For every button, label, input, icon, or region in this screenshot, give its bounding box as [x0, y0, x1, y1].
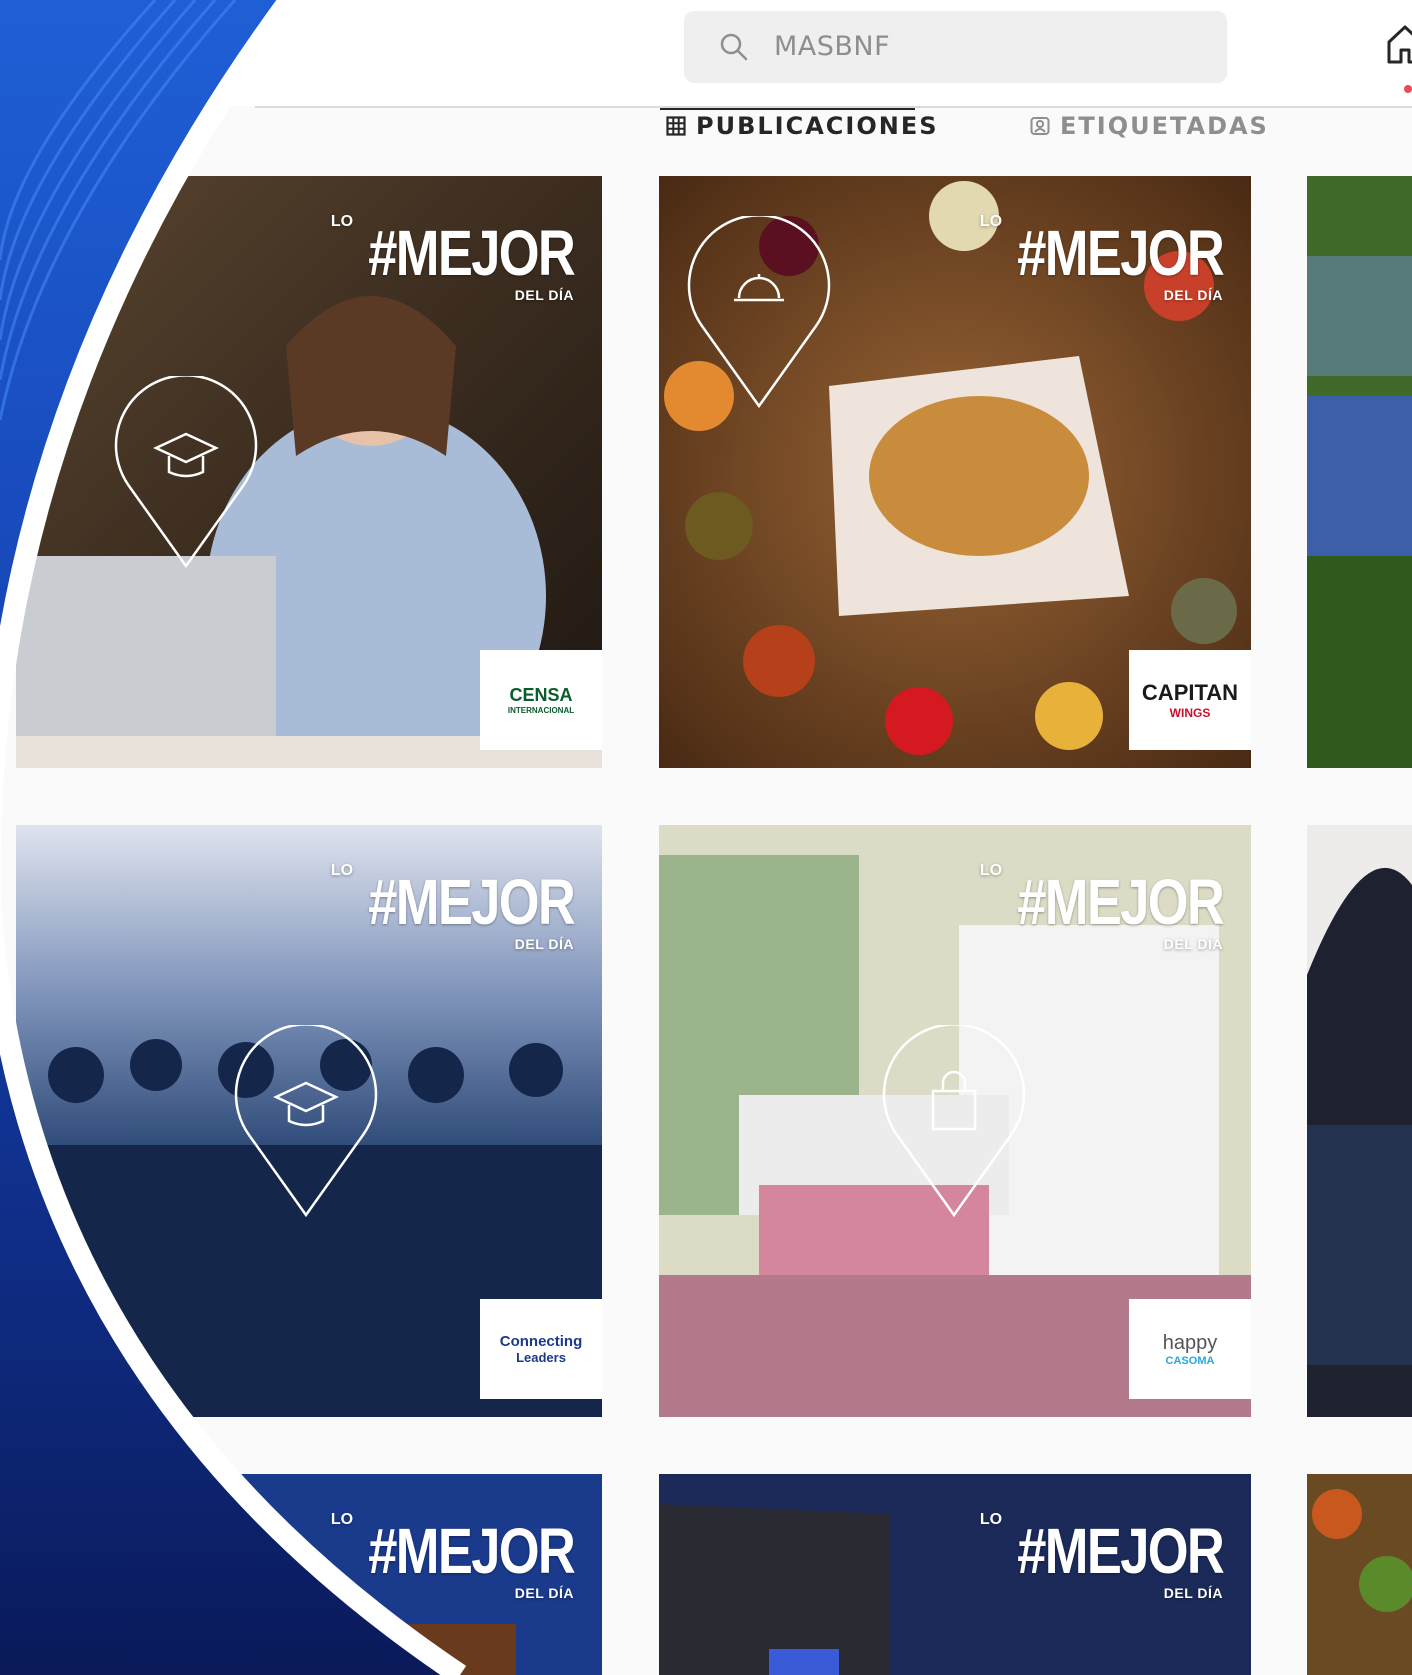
sponsor-logo: happy CASOMA	[1129, 1299, 1251, 1399]
shopping-bag-pin-icon	[882, 1025, 1026, 1218]
headline-mejor-del-dia: LO #MEJOR DEL DÍA	[330, 862, 576, 952]
search-icon	[720, 33, 748, 61]
headline-mejor-del-dia: LO #MEJOR DEL DÍA	[979, 1511, 1225, 1601]
sponsor-logo: CAPITAN WINGS	[1129, 650, 1251, 750]
post-tile[interactable]: LO #MEJOR DEL DÍA Connecting Leaders	[16, 825, 602, 1417]
search-placeholder: MASBNF	[774, 31, 891, 62]
graduation-cap-pin-icon	[234, 1025, 378, 1218]
post-image	[1307, 176, 1412, 768]
graduation-cap-pin-icon	[114, 376, 258, 569]
headline-mejor-del-dia: LO #MEJOR DEL DÍA	[330, 213, 576, 303]
food-cloche-pin-icon	[687, 216, 831, 409]
tagged-icon	[1030, 117, 1050, 135]
profile-tabs: PUBLICACIONES ETIQUETADAS	[0, 108, 1412, 148]
headline-mejor-del-dia: LO #MEJOR DEL DÍA	[330, 1511, 576, 1601]
post-image	[1307, 825, 1412, 1417]
post-tile[interactable]	[1307, 176, 1412, 768]
top-navigation-bar: MASBNF	[0, 0, 1412, 106]
post-tile[interactable]	[1307, 825, 1412, 1417]
headline-mejor-del-dia: LO #MEJOR DEL DÍA	[979, 862, 1225, 952]
notification-dot	[1404, 85, 1412, 93]
home-icon[interactable]	[1385, 22, 1412, 66]
tab-etiquetadas-label: ETIQUETADAS	[1060, 112, 1269, 140]
post-tile[interactable]: LO #MEJOR DEL DÍA CAPITAN WINGS	[659, 176, 1251, 768]
sponsor-logo: Connecting Leaders	[480, 1299, 602, 1399]
sponsor-logo: CENSA INTERNACIONAL	[480, 650, 602, 750]
headline-mejor-del-dia: LO #MEJOR DEL DÍA	[979, 213, 1225, 303]
post-tile[interactable]: LO #MEJOR DEL DÍA CENSA INTERNACIONAL	[16, 176, 602, 768]
search-input[interactable]: MASBNF	[684, 11, 1227, 83]
post-tile[interactable]: LO #MEJOR DEL DÍA	[16, 1474, 602, 1675]
post-tile[interactable]: LO #MEJOR DEL DÍA	[659, 1474, 1251, 1675]
post-tile[interactable]: LO #MEJOR DEL DÍA happy CASOMA	[659, 825, 1251, 1417]
post-image	[1307, 1474, 1412, 1675]
tab-publicaciones[interactable]: PUBLICACIONES	[666, 112, 939, 140]
active-tab-indicator	[660, 108, 915, 110]
grid-icon	[666, 116, 686, 136]
tab-publicaciones-label: PUBLICACIONES	[696, 112, 939, 140]
tab-etiquetadas[interactable]: ETIQUETADAS	[1030, 112, 1269, 140]
post-tile[interactable]	[1307, 1474, 1412, 1675]
